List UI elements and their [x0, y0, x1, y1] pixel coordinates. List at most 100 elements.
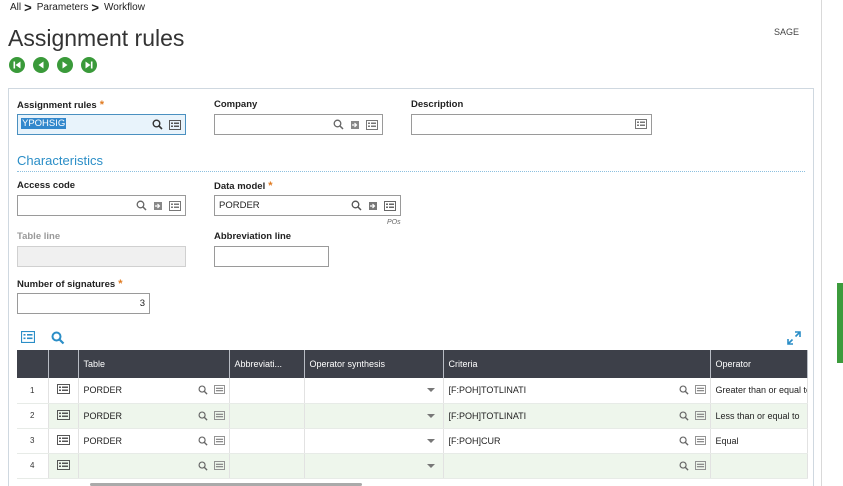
- grid-search-icon[interactable]: [51, 331, 65, 345]
- table-line-label: Table line: [17, 231, 61, 242]
- page-title: Assignment rules: [8, 25, 185, 51]
- goto-icon[interactable]: [368, 201, 378, 211]
- cell-table[interactable]: PORDER: [78, 378, 230, 404]
- search-icon[interactable]: [198, 461, 208, 471]
- detail-icon[interactable]: [213, 460, 225, 470]
- detail-icon[interactable]: [213, 410, 225, 420]
- cell-operator-synthesis[interactable]: [304, 403, 444, 429]
- cell-table[interactable]: PORDER: [78, 403, 230, 429]
- characteristics-section-title: Characteristics: [17, 153, 103, 168]
- translation-icon[interactable]: [635, 119, 647, 129]
- column-header-operator-synthesis[interactable]: Operator synthesis: [304, 350, 444, 378]
- assignment-rules-field[interactable]: YPOHSIG: [17, 114, 186, 135]
- cell-operator[interactable]: Greater than or equal to: [710, 378, 808, 404]
- detail-icon[interactable]: [694, 385, 706, 394]
- cell-operator[interactable]: Equal: [710, 428, 808, 454]
- description-label: Description: [411, 99, 464, 110]
- cell-criteria[interactable]: [F:POH]CUR: [443, 428, 711, 454]
- search-icon[interactable]: [679, 436, 689, 446]
- goto-icon[interactable]: [350, 120, 360, 130]
- cell-abbreviation[interactable]: [229, 403, 305, 429]
- search-icon[interactable]: [136, 200, 147, 211]
- cell-criteria-value: [F:POH]TOTLINATI: [448, 385, 527, 396]
- table-row: 1 PORDER [F:POH]TOTLINATI Greater than o…: [17, 378, 808, 404]
- cell-table[interactable]: PORDER: [78, 428, 230, 454]
- detail-icon[interactable]: [694, 410, 706, 420]
- search-icon[interactable]: [679, 461, 689, 471]
- cell-abbreviation[interactable]: [229, 378, 305, 404]
- chevron-down-icon[interactable]: [426, 438, 435, 443]
- detail-icon[interactable]: [213, 435, 225, 445]
- next-record-icon[interactable]: [57, 57, 73, 73]
- search-icon[interactable]: [333, 119, 344, 130]
- chevron-right-icon: >: [91, 0, 99, 15]
- side-panel-handle[interactable]: [837, 283, 843, 363]
- company-field[interactable]: [214, 114, 383, 135]
- row-number: 4: [17, 453, 49, 479]
- access-code-field[interactable]: [17, 195, 186, 216]
- detail-icon[interactable]: [169, 200, 181, 211]
- search-icon[interactable]: [198, 411, 208, 421]
- row-detail-icon[interactable]: [48, 403, 79, 429]
- breadcrumb-workflow[interactable]: Workflow: [104, 2, 145, 13]
- cell-criteria-value: [F:POH]TOTLINATI: [448, 410, 527, 421]
- detail-icon[interactable]: [384, 200, 396, 211]
- data-model-field[interactable]: PORDER: [214, 195, 401, 216]
- previous-record-icon[interactable]: [33, 57, 49, 73]
- chevron-down-icon[interactable]: [426, 463, 435, 468]
- cell-criteria[interactable]: [F:POH]TOTLINATI: [443, 403, 711, 429]
- breadcrumb-all[interactable]: All: [10, 2, 21, 13]
- data-model-label: Data model *: [214, 180, 273, 192]
- column-header-operator[interactable]: Operator: [710, 350, 808, 378]
- cell-operator[interactable]: [710, 453, 808, 479]
- detail-icon[interactable]: [694, 435, 706, 445]
- number-of-signatures-field[interactable]: 3: [17, 293, 150, 314]
- row-detail-icon[interactable]: [48, 378, 79, 404]
- detail-icon[interactable]: [213, 385, 225, 394]
- search-icon[interactable]: [351, 200, 362, 211]
- detail-icon[interactable]: [366, 119, 378, 130]
- cell-criteria[interactable]: [F:POH]TOTLINATI: [443, 378, 711, 404]
- cell-abbreviation[interactable]: [229, 453, 305, 479]
- detail-icon[interactable]: [694, 460, 706, 470]
- cell-operator[interactable]: Less than or equal to: [710, 403, 808, 429]
- chevron-down-icon[interactable]: [426, 413, 435, 418]
- chevron-down-icon[interactable]: [426, 388, 435, 392]
- assignment-rules-value: YPOHSIG: [21, 118, 67, 129]
- access-code-label: Access code: [17, 180, 76, 191]
- cell-table[interactable]: [78, 453, 230, 479]
- description-field[interactable]: [411, 114, 652, 135]
- breadcrumb-parameters[interactable]: Parameters: [37, 2, 89, 13]
- abbreviation-line-label: Abbreviation line: [214, 231, 292, 242]
- row-detail-icon[interactable]: [48, 428, 79, 454]
- cell-operator-synthesis[interactable]: [304, 428, 444, 454]
- row-number: 1: [17, 378, 49, 404]
- cell-abbreviation[interactable]: [229, 428, 305, 454]
- grid-toolbar: [21, 331, 65, 345]
- search-icon[interactable]: [679, 385, 689, 395]
- search-icon[interactable]: [198, 436, 208, 446]
- cell-criteria[interactable]: [443, 453, 711, 479]
- chevron-right-icon: >: [24, 0, 32, 15]
- row-detail-icon[interactable]: [48, 453, 79, 479]
- expand-icon[interactable]: [787, 331, 801, 350]
- search-icon[interactable]: [679, 411, 689, 421]
- cell-operator-synthesis[interactable]: [304, 453, 444, 479]
- first-record-icon[interactable]: [9, 57, 25, 73]
- column-header-criteria[interactable]: Criteria: [443, 350, 711, 378]
- detail-icon[interactable]: [169, 119, 181, 130]
- company-label: Company: [214, 99, 258, 110]
- grid-detail-icon[interactable]: [21, 331, 35, 343]
- column-header-abbreviation[interactable]: Abbreviati...: [229, 350, 305, 378]
- last-record-icon[interactable]: [81, 57, 97, 73]
- row-number: 3: [17, 428, 49, 454]
- column-header-table[interactable]: Table: [78, 350, 230, 378]
- breadcrumb: All > Parameters > Workflow: [10, 0, 145, 15]
- search-icon[interactable]: [152, 119, 163, 130]
- main-panel: Assignment rules * YPOHSIG Company Descri…: [8, 88, 814, 486]
- cell-operator-synthesis[interactable]: [304, 378, 444, 404]
- search-icon[interactable]: [198, 385, 208, 395]
- abbreviation-line-field[interactable]: [214, 246, 329, 267]
- goto-icon[interactable]: [153, 201, 163, 211]
- table-row: 4: [17, 453, 808, 479]
